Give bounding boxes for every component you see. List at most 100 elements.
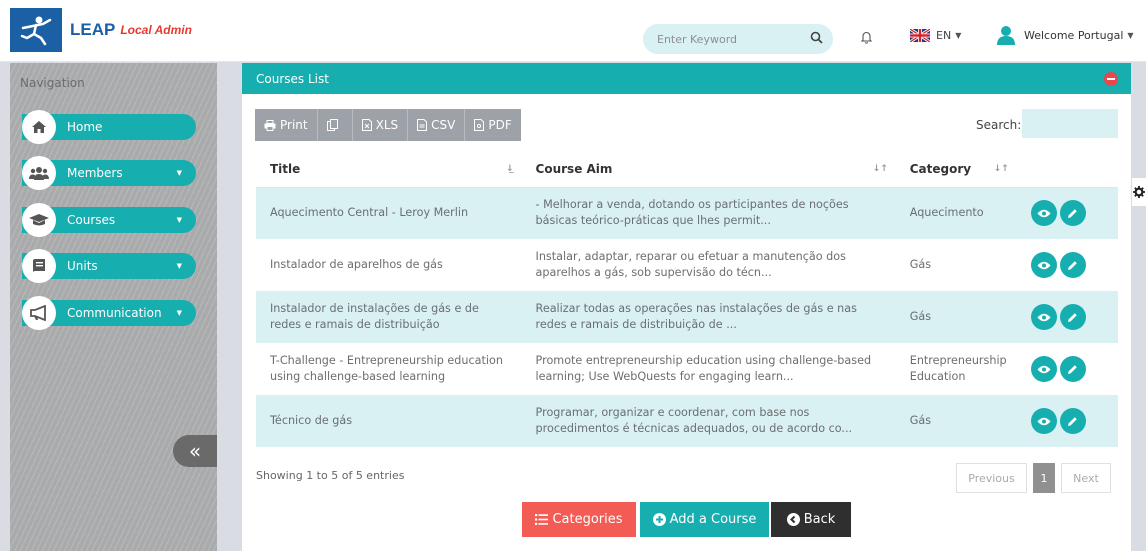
table-row: Instalador de aparelhos de gás Instalar,… <box>256 239 1118 291</box>
view-eye-icon[interactable] <box>1030 356 1057 382</box>
copy-button[interactable] <box>317 109 353 141</box>
view-eye-icon[interactable] <box>1030 200 1057 227</box>
brand-name: LEAP <box>70 20 116 39</box>
sidebar-item-units[interactable]: Units ▼ <box>22 249 196 283</box>
table-row: Aquecimento Central - Leroy Merlin - Mel… <box>256 187 1118 239</box>
chevron-down-icon: ▼ <box>176 169 182 177</box>
bell-icon[interactable] <box>860 30 873 47</box>
copy-icon <box>326 119 338 131</box>
chevron-down-icon: ▼ <box>1127 30 1134 40</box>
user-menu[interactable]: Welcome Portugal ▼ <box>996 25 1134 45</box>
sidebar-item-home[interactable]: Home <box>22 110 196 144</box>
sidebar-item-label: Units <box>67 259 98 273</box>
keyword-search[interactable] <box>643 24 833 54</box>
settings-gear-icon[interactable] <box>1132 178 1146 206</box>
table-search-label: Search: <box>976 118 1022 132</box>
column-header-actions <box>1016 152 1118 188</box>
table-header-row: Title ↓̲ Course Aim ↓↑ Category ↓↑ <box>256 152 1118 188</box>
list-icon <box>535 514 549 525</box>
chevron-down-icon: ▼ <box>176 309 182 317</box>
panel-title: Courses List <box>256 71 329 86</box>
cell-aim: - Melhorar a venda, dotando os participa… <box>521 187 896 239</box>
sidebar-item-communication[interactable]: Communication ▼ <box>22 296 196 330</box>
categories-button[interactable]: Categories <box>522 502 636 537</box>
previous-page-button[interactable]: Previous <box>956 463 1027 493</box>
uk-flag-icon <box>910 29 930 42</box>
edit-pencil-icon[interactable] <box>1059 304 1086 330</box>
column-category-label: Category <box>909 162 972 177</box>
categories-label: Categories <box>552 512 623 527</box>
edit-pencil-icon[interactable] <box>1059 408 1086 434</box>
cell-actions <box>1016 291 1118 343</box>
page-1-button[interactable]: 1 <box>1033 463 1055 493</box>
cell-title: Técnico de gás <box>256 395 522 447</box>
sidebar-item-members[interactable]: Members ▼ <box>22 156 196 190</box>
top-bar: LEAP Local Admin EN ▼ Welcome Portugal ▼ <box>0 0 1146 62</box>
next-page-button[interactable]: Next <box>1061 463 1111 493</box>
column-header-title[interactable]: Title ↓̲ <box>256 152 522 188</box>
xls-label: XLS <box>375 118 399 132</box>
cell-aim: Promote entrepreneurship education using… <box>521 343 896 395</box>
back-button[interactable]: Back <box>771 502 851 537</box>
language-label: EN <box>936 29 952 42</box>
cell-actions <box>1016 343 1118 395</box>
edit-pencil-icon[interactable] <box>1059 200 1086 227</box>
table-row: Técnico de gás Programar, organizar e co… <box>256 395 1118 447</box>
table-row: T-Challenge - Entrepreneurship education… <box>256 343 1118 395</box>
cell-aim: Realizar todas as operações nas instalaç… <box>521 291 896 343</box>
search-icon[interactable] <box>810 31 823 47</box>
cell-actions <box>1016 395 1118 447</box>
keyword-search-input[interactable] <box>657 32 810 46</box>
view-eye-icon[interactable] <box>1030 252 1057 278</box>
edit-pencil-icon[interactable] <box>1059 356 1086 382</box>
double-chevron-left-icon: « <box>188 439 202 463</box>
sidebar-title: Navigation <box>20 76 85 90</box>
entries-info: Showing 1 to 5 of 5 entries <box>256 469 405 482</box>
column-aim-label: Course Aim <box>535 162 613 177</box>
table-row: Instalador de instalações de gás e de re… <box>256 291 1118 343</box>
cell-aim: Programar, organizar e coordenar, com ba… <box>521 395 896 447</box>
chevron-down-icon: ▼ <box>955 31 962 40</box>
brand-subtitle: Local Admin <box>120 23 192 37</box>
export-toolbar: Print XLS CSV PDF <box>255 109 521 141</box>
xls-button[interactable]: XLS <box>352 109 409 141</box>
cell-title: Instalador de aparelhos de gás <box>256 239 522 291</box>
pdf-file-icon <box>474 119 485 131</box>
language-selector[interactable]: EN ▼ <box>910 29 961 42</box>
printer-icon <box>264 119 276 131</box>
megaphone-icon <box>22 296 56 330</box>
cell-category: Aquecimento <box>895 187 1017 239</box>
cell-actions <box>1016 239 1118 291</box>
collapse-panel-icon[interactable] <box>1104 72 1118 86</box>
collapse-sidebar-button[interactable]: « <box>173 435 217 467</box>
column-title-label: Title <box>270 162 301 177</box>
cell-title: Aquecimento Central - Leroy Merlin <box>256 187 522 239</box>
graduation-cap-icon <box>22 203 56 237</box>
cell-category: Entrepreneurship Education <box>895 343 1017 395</box>
sidebar-item-label: Home <box>67 120 103 134</box>
column-header-category[interactable]: Category ↓↑ <box>895 152 1017 188</box>
user-icon <box>997 26 1015 45</box>
sidebar-item-courses[interactable]: Courses ▼ <box>22 203 196 237</box>
excel-file-icon <box>361 119 372 131</box>
column-header-aim[interactable]: Course Aim ↓↑ <box>521 152 896 188</box>
cell-title: T-Challenge - Entrepreneurship education… <box>256 343 522 395</box>
cell-actions <box>1016 187 1118 239</box>
leap-logo-icon <box>10 8 62 52</box>
pdf-button[interactable]: PDF <box>465 109 521 141</box>
sidebar: Navigation Home Members ▼ Courses ▼ Unit… <box>10 63 217 551</box>
view-eye-icon[interactable] <box>1030 408 1057 434</box>
sidebar-item-label: Members <box>67 166 123 180</box>
add-course-button[interactable]: Add a Course <box>640 502 769 537</box>
sidebar-item-label: Courses <box>67 213 116 227</box>
chevron-down-icon: ▼ <box>176 216 182 224</box>
view-eye-icon[interactable] <box>1030 304 1057 330</box>
cell-title: Instalador de instalações de gás e de re… <box>256 291 522 343</box>
book-icon <box>22 249 56 283</box>
table-search-input[interactable] <box>1022 109 1118 138</box>
brand[interactable]: LEAP Local Admin <box>10 8 216 52</box>
print-button[interactable]: Print <box>255 109 318 141</box>
edit-pencil-icon[interactable] <box>1059 252 1086 278</box>
csv-button[interactable]: CSV <box>408 109 466 141</box>
sort-icon: ↓↑ <box>993 164 1009 174</box>
